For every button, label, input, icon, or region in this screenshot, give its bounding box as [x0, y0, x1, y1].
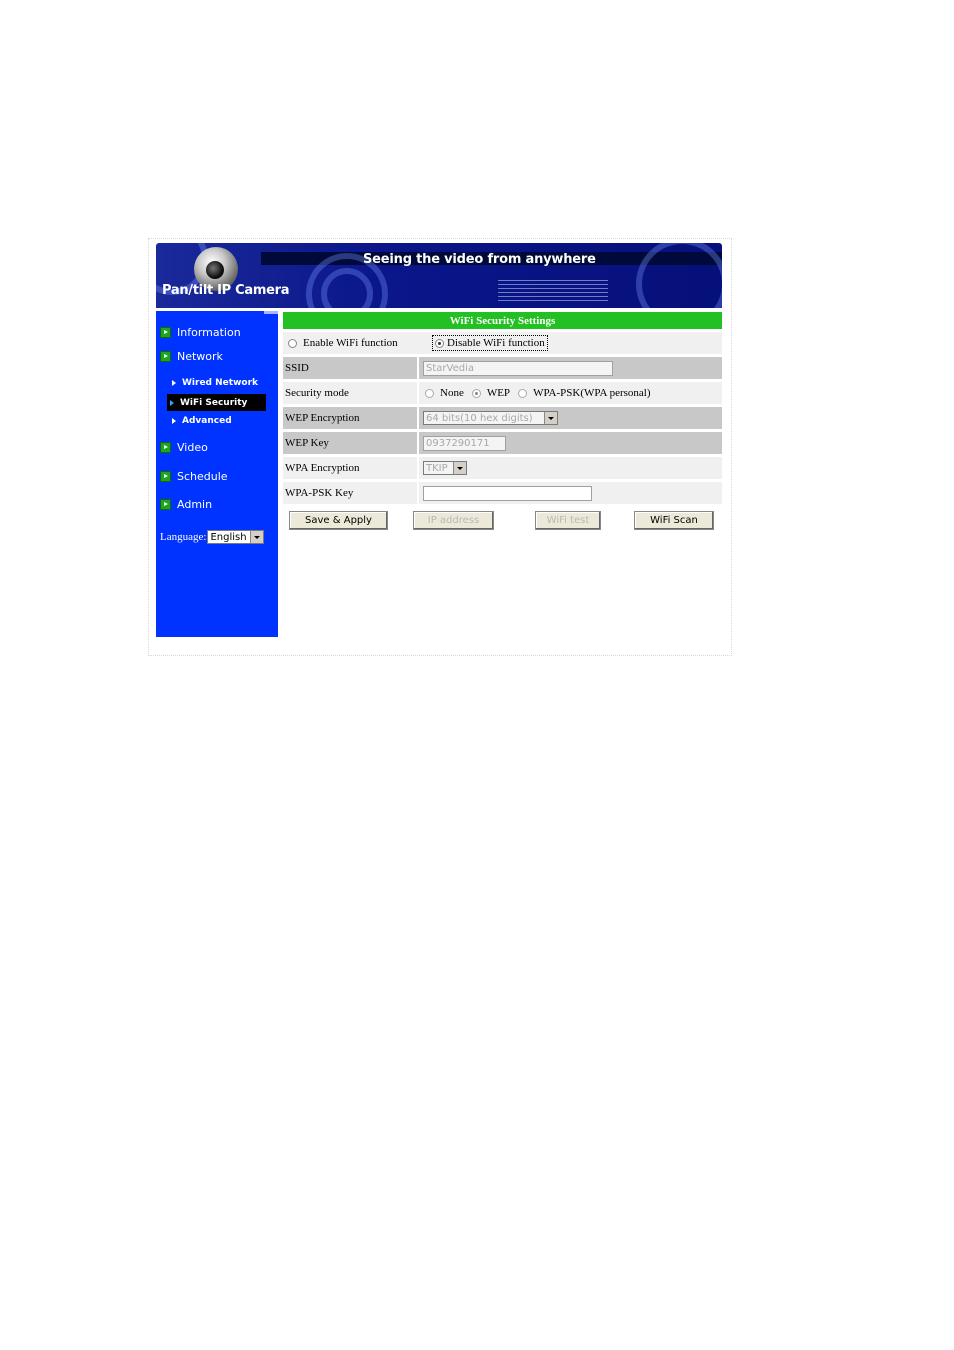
- wep-key-input[interactable]: 0937290171: [423, 435, 506, 451]
- sidebar-item-label: Admin: [177, 498, 213, 511]
- sidebar-subitem-wired-network[interactable]: Wired Network: [172, 378, 258, 388]
- wpa-psk-key-row: WPA-PSK Key: [283, 482, 722, 504]
- language-value: English: [210, 531, 247, 543]
- wifi-test-button[interactable]: WiFi test: [535, 511, 601, 530]
- green-arrow-icon: [160, 471, 171, 482]
- ssid-label: SSID: [283, 357, 419, 379]
- language-select[interactable]: English: [207, 530, 265, 544]
- security-mode-label: Security mode: [283, 382, 419, 404]
- wifi-function-row: Enable WiFi function Disable WiFi functi…: [283, 332, 722, 354]
- wpa-encryption-select[interactable]: TKIP: [423, 461, 467, 475]
- disable-wifi-label: Disable WiFi function: [447, 337, 545, 349]
- sidebar-subitem-wifi-security[interactable]: WiFi Security: [167, 394, 266, 411]
- chevron-down-icon[interactable]: [544, 412, 557, 424]
- green-arrow-icon: [160, 327, 171, 338]
- wpa-psk-key-cell: [419, 482, 722, 504]
- ip-address-button[interactable]: IP address: [413, 511, 494, 530]
- camera-lens: [206, 261, 224, 279]
- enable-wifi-option[interactable]: Enable WiFi function: [283, 337, 428, 349]
- wep-encryption-label: WEP Encryption: [283, 407, 419, 429]
- wpa-psk-key-input[interactable]: [423, 485, 592, 501]
- sidebar-item-label: Information: [177, 326, 241, 339]
- sidebar-item-network[interactable]: Network: [160, 350, 223, 363]
- enable-wifi-label: Enable WiFi function: [303, 337, 398, 349]
- wpa-encryption-row: WPA Encryption TKIP: [283, 457, 722, 479]
- wpa-encryption-value: TKIP: [426, 462, 448, 474]
- chevron-down-icon[interactable]: [453, 462, 466, 474]
- sidebar-subitem-label: Advanced: [182, 416, 232, 426]
- sidebar-subitem-label: Wired Network: [182, 378, 258, 388]
- security-wep-radio[interactable]: [471, 388, 481, 398]
- green-arrow-icon: [160, 351, 171, 362]
- security-option-none[interactable]: None: [425, 387, 464, 399]
- security-option-label: None: [440, 387, 464, 399]
- form-title: WiFi Security Settings: [283, 312, 722, 329]
- sidebar-item-video[interactable]: Video: [160, 441, 208, 454]
- disable-wifi-option[interactable]: Disable WiFi function: [432, 335, 548, 351]
- wep-key-cell: 0937290171: [419, 432, 722, 454]
- banner-title: Pan/tilt IP Camera: [162, 283, 290, 298]
- ssid-row: SSID StarVedia: [283, 357, 722, 379]
- sidebar-item-label: Network: [177, 350, 223, 363]
- arrow-right-icon: [172, 418, 176, 424]
- wep-encryption-cell: 64 bits(10 hex digits): [419, 407, 722, 429]
- sidebar-item-schedule[interactable]: Schedule: [160, 470, 228, 483]
- sidebar: Information Network Wired Network WiFi S…: [156, 311, 278, 637]
- enable-wifi-radio[interactable]: [288, 338, 297, 348]
- sidebar-item-label: Schedule: [177, 470, 228, 483]
- banner: Pan/tilt IP Camera Seeing the video from…: [156, 243, 722, 308]
- green-arrow-icon: [160, 499, 171, 510]
- security-mode-row: Security mode None WEP WPA-PSK(WPA perso…: [283, 382, 722, 404]
- language-selector: Language: English: [160, 530, 265, 544]
- security-mode-options: None WEP WPA-PSK(WPA personal): [419, 382, 722, 404]
- security-none-radio[interactable]: [425, 388, 434, 398]
- ssid-input[interactable]: StarVedia: [423, 360, 613, 376]
- sidebar-subitem-label: WiFi Security: [180, 397, 248, 408]
- wifi-scan-button[interactable]: WiFi Scan: [634, 511, 714, 530]
- security-option-wpa-psk[interactable]: WPA-PSK(WPA personal): [518, 387, 651, 399]
- security-option-label: WEP: [486, 387, 511, 399]
- arrow-right-icon: [170, 399, 174, 406]
- security-wpa-psk-radio[interactable]: [518, 388, 528, 398]
- sidebar-item-admin[interactable]: Admin: [160, 498, 212, 511]
- wep-key-row: WEP Key 0937290171: [283, 432, 722, 454]
- wep-key-label: WEP Key: [283, 432, 419, 454]
- wep-encryption-row: WEP Encryption 64 bits(10 hex digits): [283, 407, 722, 429]
- ssid-value-cell: StarVedia: [419, 357, 722, 379]
- wpa-psk-key-label: WPA-PSK Key: [283, 482, 419, 504]
- chevron-down-icon[interactable]: [250, 531, 264, 543]
- save-apply-button[interactable]: Save & Apply: [289, 511, 388, 530]
- sidebar-item-label: Video: [177, 441, 208, 454]
- sidebar-topbar: [264, 311, 278, 314]
- wpa-encryption-label: WPA Encryption: [283, 457, 419, 479]
- banner-fine-print: [498, 280, 608, 302]
- wep-encryption-value: 64 bits(10 hex digits): [426, 412, 533, 424]
- security-option-wep[interactable]: WEP: [471, 387, 511, 399]
- wpa-encryption-cell: TKIP: [419, 457, 722, 479]
- language-label: Language:: [160, 531, 207, 543]
- disable-wifi-radio[interactable]: [435, 338, 444, 348]
- sidebar-subitem-advanced[interactable]: Advanced: [172, 416, 232, 426]
- arrow-right-icon: [172, 380, 176, 386]
- banner-slogan: Seeing the video from anywhere: [363, 252, 596, 267]
- banner-ring: [636, 243, 722, 308]
- security-option-label: WPA-PSK(WPA personal): [533, 387, 651, 399]
- sidebar-item-information[interactable]: Information: [160, 326, 241, 339]
- wep-encryption-select[interactable]: 64 bits(10 hex digits): [423, 411, 558, 425]
- green-arrow-icon: [160, 442, 171, 453]
